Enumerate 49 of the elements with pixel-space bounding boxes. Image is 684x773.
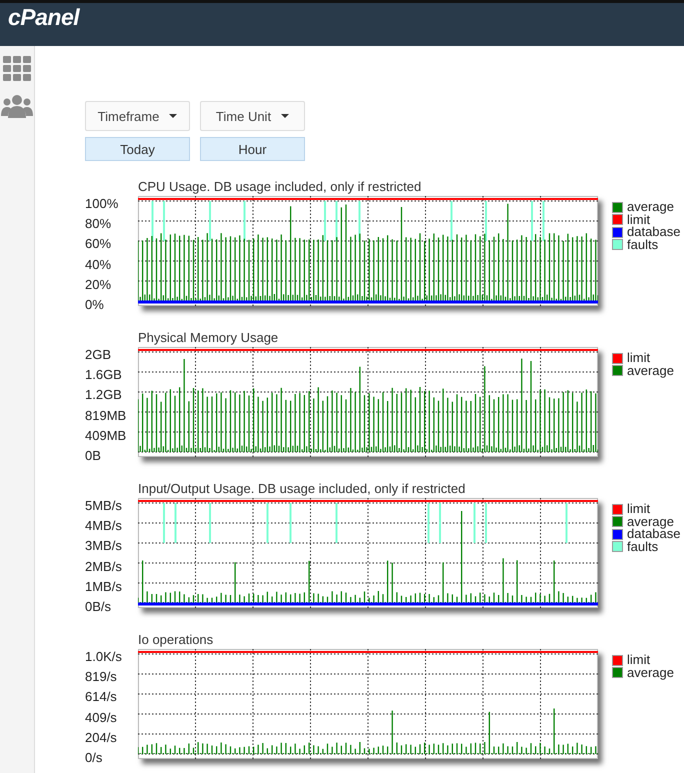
axis-label: 819/s — [85, 670, 118, 684]
users-icon[interactable] — [1, 94, 33, 118]
axis-label: 5MB/s — [85, 499, 123, 513]
legend-label: average — [627, 201, 674, 214]
legend-label: limit — [627, 214, 650, 226]
caret-icon — [281, 114, 290, 118]
axis-label: 204/s — [85, 730, 118, 745]
axis-label: 4MB/s — [85, 519, 123, 534]
legend-label: average — [627, 516, 674, 528]
axis-label: 60% — [85, 237, 112, 252]
axis-label: 1MB/s — [85, 580, 123, 594]
chart-title: Input/Output Usage. DB usage included, only if restricted — [137, 481, 466, 496]
axis-label: 614/s — [85, 690, 118, 704]
axis-label: 409/s — [85, 710, 118, 725]
legend-label: average — [627, 364, 674, 377]
selected-value: Hour — [200, 137, 305, 161]
axis-label: 0B — [85, 448, 102, 463]
chart-title: CPU Usage. DB usage included, only if restricted — [137, 179, 422, 194]
legend-label: database — [627, 226, 680, 238]
legend-label: limit — [627, 503, 650, 516]
grid-icon[interactable] — [3, 56, 31, 82]
axis-label: 100% — [85, 197, 120, 211]
legend-label: faults — [627, 540, 658, 553]
dropdown-button[interactable]: Time Unit — [200, 101, 305, 131]
dropdown-button[interactable]: Timeframe — [85, 101, 190, 131]
axis-label: 2MB/s — [85, 560, 123, 574]
axis-label: 0/s — [85, 750, 104, 765]
axis-label: 0% — [85, 298, 105, 312]
axis-label: 1.2GB — [85, 388, 123, 402]
cpanel-logo[interactable]: cPanel — [8, 4, 80, 31]
legend-label: average — [627, 666, 674, 679]
caret-icon — [169, 114, 178, 118]
chart-title: Io operations — [137, 632, 214, 647]
legend-label: limit — [627, 352, 650, 364]
chart-title: Physical Memory Usage — [137, 330, 280, 345]
axis-label: 20% — [85, 278, 112, 292]
axis-label: 819MB — [85, 408, 128, 423]
legend-label: limit — [627, 654, 650, 666]
legend-label: database — [627, 528, 680, 540]
axis-label: 1.0K/s — [85, 650, 123, 664]
axis-label: 80% — [85, 217, 112, 232]
axis-label: 3MB/s — [85, 539, 123, 554]
axis-label: 40% — [85, 258, 112, 272]
axis-label: 409MB — [85, 428, 128, 443]
selected-value: Today — [85, 137, 190, 161]
axis-label: 1.6GB — [85, 368, 123, 382]
axis-label: 2GB — [85, 348, 112, 362]
axis-label: 0B/s — [85, 600, 112, 614]
legend-label: faults — [627, 238, 658, 251]
